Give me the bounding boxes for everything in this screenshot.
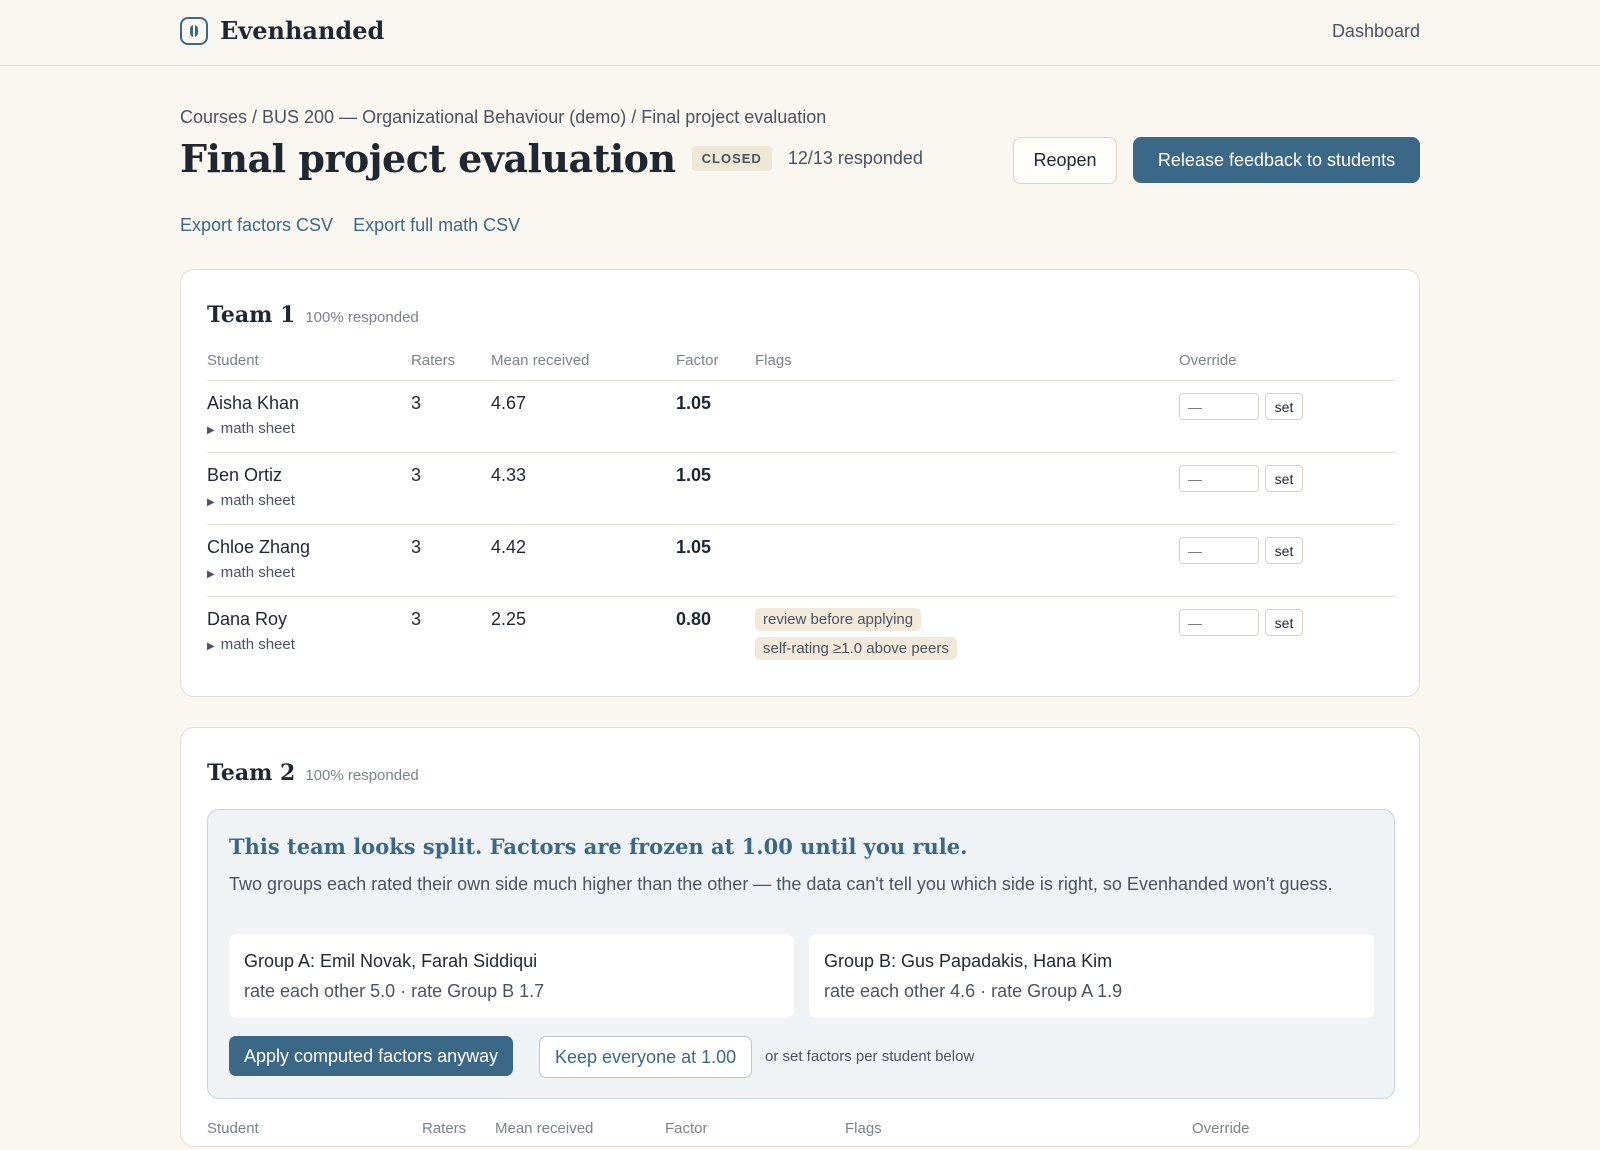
- raters-count: 3: [411, 537, 422, 557]
- keep-everyone-button[interactable]: Keep everyone at 1.00: [539, 1036, 753, 1078]
- col-raters: Raters: [422, 1120, 467, 1137]
- export-full-math-csv-link[interactable]: Export full math CSV: [353, 215, 520, 236]
- factor-value: 1.05: [676, 537, 712, 557]
- split-description: Two groups each rated their own side muc…: [229, 874, 1333, 894]
- factor-value: 1.05: [676, 465, 712, 485]
- title-row: Final project evaluation CLOSED 12/13 re…: [180, 136, 923, 181]
- mean-received: 4.67: [491, 393, 527, 413]
- team-1-response-rate: 100% responded: [305, 309, 419, 326]
- triangle-right-icon: ▶: [207, 569, 215, 580]
- nav-dashboard-link[interactable]: Dashboard: [1332, 21, 1420, 42]
- col-factor: Factor: [665, 1120, 708, 1137]
- triangle-right-icon: ▶: [207, 425, 215, 436]
- student-name: Aisha Khan: [207, 393, 300, 413]
- triangle-right-icon: ▶: [207, 497, 215, 508]
- table-row: Aisha Khan ▶ math sheet 3 4.67 1.05 set: [207, 380, 1395, 453]
- group-a-title: Group A: Emil Novak, Farah Siddiqui: [244, 951, 538, 971]
- col-override: Override: [1192, 1120, 1250, 1137]
- split-title: This team looks split. Factors are froze…: [229, 834, 968, 859]
- raters-count: 3: [411, 465, 422, 485]
- override-set-button[interactable]: set: [1265, 609, 1303, 636]
- factor-value: 1.05: [676, 393, 712, 413]
- override-set-button[interactable]: set: [1265, 537, 1303, 564]
- brand-name: Evenhanded: [220, 16, 385, 45]
- group-a-card: Group A: Emil Novak, Farah Siddiqui rate…: [229, 934, 794, 1018]
- col-factor: Factor: [676, 340, 755, 381]
- reopen-button[interactable]: Reopen: [1013, 137, 1117, 184]
- math-sheet-toggle[interactable]: ▶ math sheet: [207, 420, 411, 437]
- student-name: Chloe Zhang: [207, 537, 311, 557]
- table-row: Dana Roy ▶ math sheet 3 2.25 0.80 review …: [207, 597, 1395, 669]
- flag-badge: self-rating ≥1.0 above peers: [755, 637, 957, 660]
- student-name: Dana Roy: [207, 609, 288, 629]
- col-override: Override: [1179, 340, 1395, 381]
- math-sheet-toggle[interactable]: ▶ math sheet: [207, 492, 411, 509]
- top-bar: Evenhanded Dashboard: [0, 0, 1600, 66]
- triangle-right-icon: ▶: [207, 641, 215, 652]
- status-badge: CLOSED: [691, 146, 772, 171]
- override-set-button[interactable]: set: [1265, 465, 1303, 492]
- responded-count: 12/13 responded: [787, 148, 923, 168]
- team-1-card: Team 1 100% responded Student Raters Mea…: [180, 269, 1420, 697]
- student-name: Ben Ortiz: [207, 465, 283, 485]
- group-a-stats: rate each other 5.0 · rate Group B 1.7: [244, 981, 545, 1001]
- table-header-row: Student Raters Mean received Factor Flag…: [207, 340, 1395, 381]
- mean-received: 4.42: [491, 537, 527, 557]
- team-2-response-rate: 100% responded: [305, 767, 419, 784]
- col-student: Student: [207, 1120, 259, 1137]
- math-sheet-label: math sheet: [220, 492, 295, 509]
- mean-received: 2.25: [491, 609, 527, 629]
- apply-computed-factors-button[interactable]: Apply computed factors anyway: [229, 1036, 514, 1076]
- team-1-table: Student Raters Mean received Factor Flag…: [207, 340, 1395, 668]
- team-2-card: Team 2 100% responded This team looks sp…: [180, 727, 1420, 1147]
- col-flags: Flags: [755, 340, 1179, 381]
- team-2-header: Team 2 100% responded: [207, 760, 419, 786]
- override-set-button[interactable]: set: [1265, 393, 1303, 420]
- math-sheet-label: math sheet: [220, 636, 295, 653]
- or-set-per-student-note: or set factors per student below: [765, 1048, 975, 1065]
- export-links: Export factors CSV Export full math CSV: [180, 215, 520, 236]
- factor-value: 0.80: [676, 609, 712, 629]
- math-sheet-label: math sheet: [220, 564, 295, 581]
- col-mean-received: Mean received: [495, 1120, 594, 1137]
- mean-received: 4.33: [491, 465, 527, 485]
- col-mean-received: Mean received: [491, 340, 676, 381]
- evenhanded-logo-icon: [180, 16, 208, 45]
- group-b-card: Group B: Gus Papadakis, Hana Kim rate ea…: [809, 934, 1374, 1018]
- team-1-header: Team 1 100% responded: [207, 302, 419, 328]
- math-sheet-toggle[interactable]: ▶ math sheet: [207, 564, 411, 581]
- override-input[interactable]: [1179, 609, 1259, 636]
- col-raters: Raters: [411, 340, 491, 381]
- table-row: Ben Ortiz ▶ math sheet 3 4.33 1.05 set: [207, 452, 1395, 525]
- math-sheet-toggle[interactable]: ▶ math sheet: [207, 636, 411, 653]
- team-2-name: Team 2: [207, 760, 296, 786]
- col-student: Student: [207, 340, 411, 381]
- group-b-stats: rate each other 4.6 · rate Group A 1.9: [824, 981, 1123, 1001]
- math-sheet-label: math sheet: [220, 420, 295, 437]
- col-flags: Flags: [845, 1120, 882, 1137]
- override-input[interactable]: [1179, 465, 1259, 492]
- table-row: Chloe Zhang ▶ math sheet 3 4.42 1.05 set: [207, 524, 1395, 597]
- override-input[interactable]: [1179, 393, 1259, 420]
- group-b-title: Group B: Gus Papadakis, Hana Kim: [824, 951, 1113, 971]
- team-1-name: Team 1: [207, 302, 296, 328]
- split-team-notice: This team looks split. Factors are froze…: [207, 809, 1395, 1099]
- override-input[interactable]: [1179, 537, 1259, 564]
- raters-count: 3: [411, 393, 422, 413]
- page-title: Final project evaluation: [180, 136, 676, 181]
- release-feedback-button[interactable]: Release feedback to students: [1133, 137, 1420, 183]
- brand[interactable]: Evenhanded: [180, 16, 384, 45]
- export-factors-csv-link[interactable]: Export factors CSV: [180, 215, 333, 236]
- flag-badge: review before applying: [755, 608, 922, 631]
- breadcrumb[interactable]: Courses / BUS 200 — Organizational Behav…: [180, 107, 826, 128]
- raters-count: 3: [411, 609, 422, 629]
